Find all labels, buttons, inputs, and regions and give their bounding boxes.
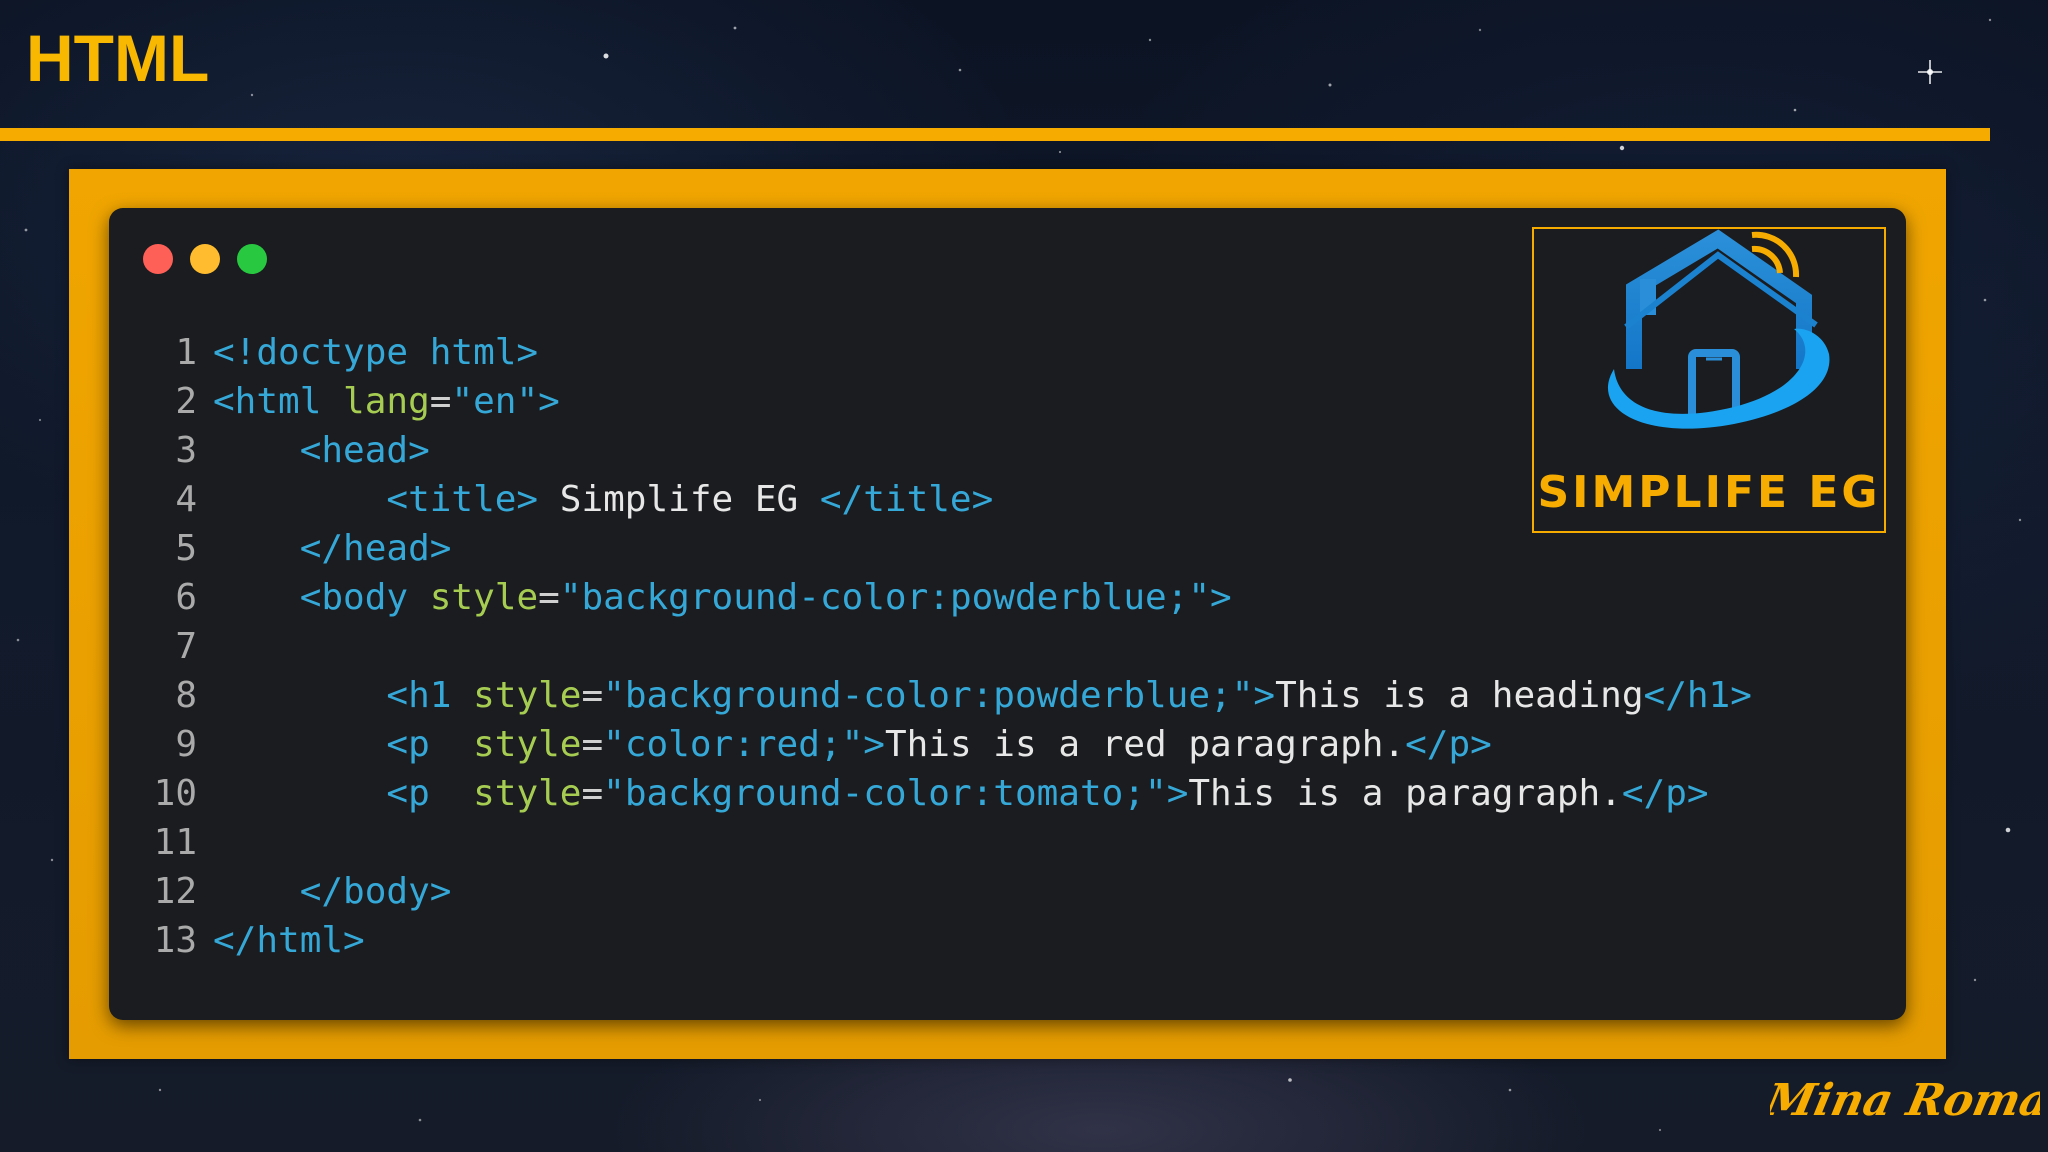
code-token: <h1 xyxy=(213,675,474,716)
code-token: </p> xyxy=(1621,773,1709,814)
code-token: > xyxy=(863,724,885,765)
code-token: This is a red paragraph. xyxy=(884,724,1406,765)
code-token: This is a paragraph. xyxy=(1188,773,1622,814)
line-source: <p style="background-color:tomato;">This… xyxy=(213,769,1709,818)
line-source: <title> Simplife EG </title> xyxy=(213,475,993,524)
code-token: style xyxy=(473,773,582,814)
code-token: "color:red;" xyxy=(603,724,864,765)
code-token: = xyxy=(429,381,452,422)
line-source: <h1 style="background-color:powderblue;"… xyxy=(213,671,1752,720)
line-number: 6 xyxy=(175,577,197,618)
window-controls xyxy=(143,244,267,274)
maximize-dot xyxy=(237,244,267,274)
line-source: <!doctype html> xyxy=(213,328,538,377)
code-token: style xyxy=(473,675,582,716)
code-token: </head> xyxy=(213,528,452,569)
slide-title: HTML xyxy=(26,21,210,95)
line-number: 8 xyxy=(175,675,197,716)
code-token: This is a heading xyxy=(1275,675,1644,716)
code-token: "background-color:powderblue;" xyxy=(559,577,1211,618)
line-source: </html> xyxy=(213,916,365,965)
line-number: 5 xyxy=(175,528,197,569)
code-token: </html> xyxy=(213,920,365,961)
line-number: 11 xyxy=(153,822,197,863)
line-number: 1 xyxy=(175,332,197,373)
code-token: Simplife EG xyxy=(538,479,820,520)
line-number: 4 xyxy=(175,479,197,520)
logo-text: SIMPLIFE EG xyxy=(1537,467,1881,518)
code-token: > xyxy=(1253,675,1276,716)
line-number: 7 xyxy=(175,626,197,667)
code-token: <body xyxy=(213,577,430,618)
code-token: "en" xyxy=(451,381,539,422)
line-number: 9 xyxy=(175,724,197,765)
line-source: <body style="background-color:powderblue… xyxy=(213,573,1232,622)
title-underline xyxy=(0,128,1990,141)
line-number: 2 xyxy=(175,381,197,422)
code-token: "background-color:tomato;" xyxy=(603,773,1167,814)
code-token: = xyxy=(581,675,604,716)
minimize-dot xyxy=(190,244,220,274)
code-token: > xyxy=(538,381,560,422)
code-token: = xyxy=(581,724,604,765)
line-number: 10 xyxy=(153,773,197,814)
code-token: <head> xyxy=(213,430,430,471)
code-token: <p xyxy=(213,773,474,814)
line-source: </body> xyxy=(213,867,452,916)
code-token: </title> xyxy=(819,479,994,520)
code-token: = xyxy=(581,773,604,814)
code-token: style xyxy=(473,724,582,765)
line-number: 12 xyxy=(153,871,197,912)
code-token: > xyxy=(1166,773,1189,814)
code-token: <title> xyxy=(213,479,539,520)
code-token: <html xyxy=(213,381,344,422)
line-source: </head> xyxy=(213,524,452,573)
code-token: </p> xyxy=(1405,724,1492,765)
code-token: "background-color:powderblue;" xyxy=(603,675,1254,716)
signature-text: Mina Romany xyxy=(1770,1074,2040,1125)
code-token: lang xyxy=(343,381,430,422)
simplife-logo: SIMPLIFE EG xyxy=(1532,227,1886,533)
code-token: <p xyxy=(213,724,474,765)
author-signature: Mina Romany xyxy=(1770,1074,2040,1125)
line-source: <head> xyxy=(213,426,430,475)
code-token: > xyxy=(1210,577,1232,618)
code-token: style xyxy=(429,577,539,618)
line-source: <html lang="en"> xyxy=(213,377,560,426)
line-number: 13 xyxy=(153,920,197,961)
code-token: </h1> xyxy=(1643,675,1752,716)
code-token: </body> xyxy=(213,871,452,912)
code-token: = xyxy=(538,577,560,618)
smart-home-icon xyxy=(1607,229,1830,429)
line-source: <p style="color:red;">This is a red para… xyxy=(213,720,1492,769)
code-token: <!doctype html> xyxy=(213,332,539,373)
close-dot xyxy=(143,244,173,274)
line-number: 3 xyxy=(175,430,197,471)
